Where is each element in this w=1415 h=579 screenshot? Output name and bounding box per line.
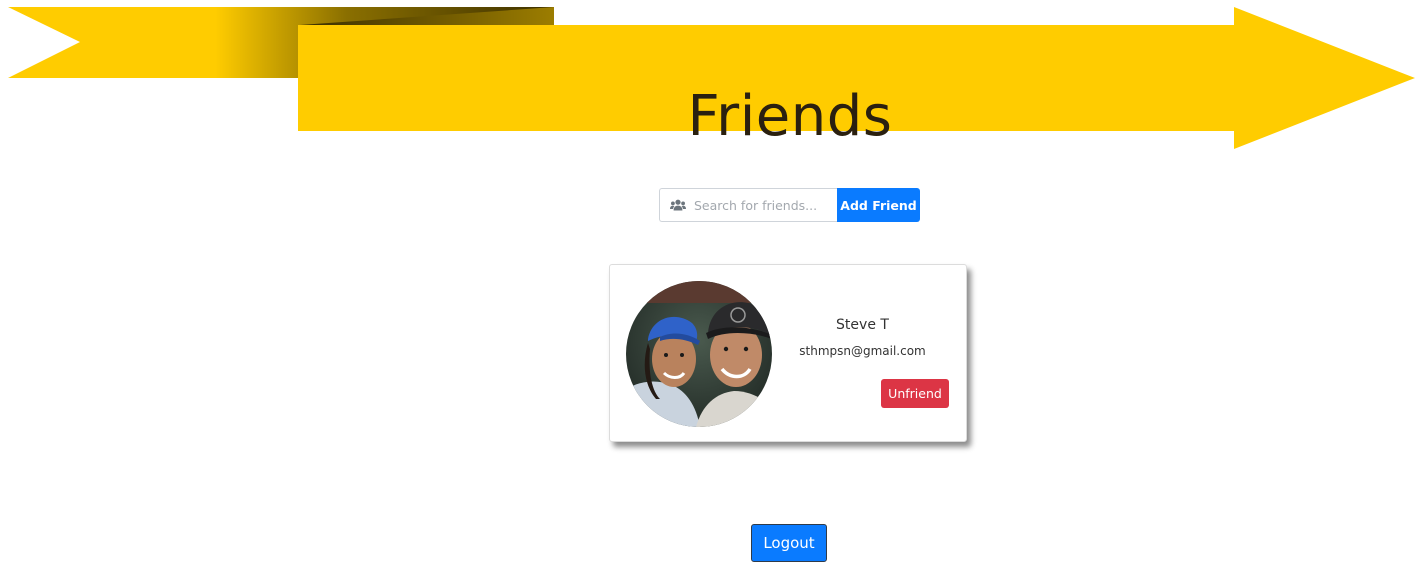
friend-card: Steve T sthmpsn@gmail.com Unfriend bbox=[609, 264, 967, 442]
friends-page: Friends Add Friend bbox=[0, 0, 1415, 579]
search-input[interactable] bbox=[694, 191, 829, 219]
users-icon bbox=[670, 198, 686, 212]
friend-email: sthmpsn@gmail.com bbox=[799, 344, 926, 358]
unfriend-button[interactable]: Unfriend bbox=[881, 379, 949, 408]
friend-name: Steve T bbox=[836, 317, 889, 333]
add-friend-button[interactable]: Add Friend bbox=[837, 188, 920, 222]
logout-button[interactable]: Logout bbox=[751, 524, 827, 562]
add-friend-form: Add Friend bbox=[659, 188, 920, 222]
search-box bbox=[659, 188, 837, 222]
page-title: Friends bbox=[687, 83, 893, 149]
title-banner: Friends bbox=[0, 0, 1415, 155]
avatar bbox=[626, 281, 772, 427]
